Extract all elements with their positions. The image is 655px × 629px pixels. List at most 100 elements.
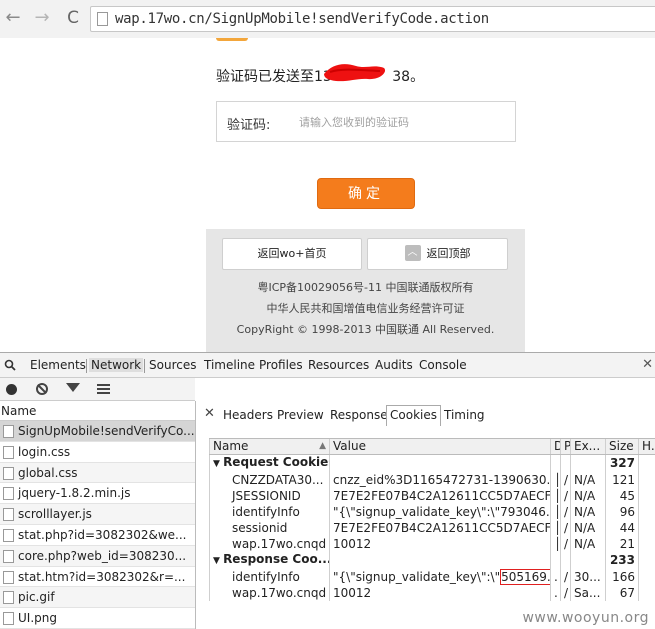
request-list: Name SignUpMobile!sendVerifyCo...login.c…	[0, 401, 196, 629]
watermark: www.wooyun.org	[522, 610, 649, 626]
column-header[interactable]: Name▲	[210, 439, 330, 455]
cookie-row[interactable]: wap.17wo.cnqd10012./Sa...67	[210, 585, 655, 601]
request-row[interactable]: stat.php?id=3082302&we...	[0, 525, 195, 546]
cookie-name: JSESSIONID	[210, 488, 330, 504]
tab-profiles[interactable]: Profiles	[259, 358, 303, 372]
file-icon	[3, 550, 14, 563]
tab-divider	[86, 359, 87, 373]
back-to-top-button[interactable]: ︿返回顶部	[367, 238, 508, 270]
verify-code-input[interactable]	[299, 111, 499, 133]
request-cookies-group[interactable]: ▼ Request Cookies327	[210, 455, 655, 473]
column-header[interactable]: P	[561, 439, 571, 455]
cookie-expires: 30...	[571, 569, 606, 585]
back-home-button[interactable]: 返回wo+首页	[222, 238, 362, 270]
address-bar[interactable]: wap.17wo.cn/SignUpMobile!sendVerifyCode.…	[90, 6, 655, 32]
reload-icon[interactable]: C	[63, 8, 83, 28]
cookie-cell	[639, 488, 655, 504]
tab-timing[interactable]: Timing	[444, 408, 485, 422]
cookie-cell	[330, 455, 551, 473]
tab-network[interactable]: Network	[89, 358, 143, 372]
expand-triangle-icon[interactable]: ▼	[213, 459, 223, 469]
response-cookies-group[interactable]: ▼ Response Coo...233	[210, 552, 655, 569]
cookie-path: /	[561, 488, 571, 504]
cookie-cell	[639, 569, 655, 585]
tab-resources[interactable]: Resources	[308, 358, 369, 372]
clear-icon[interactable]	[36, 383, 48, 395]
code-sent-message: 验证码已发送至13 38。	[216, 66, 424, 86]
cookie-name: sessionid	[210, 520, 330, 536]
tab-audits[interactable]: Audits	[375, 358, 413, 372]
cookie-row[interactable]: sessionid7E7E2FE07B4C2A12611CC5D7AECF...…	[210, 520, 655, 536]
close-detail-icon[interactable]: ✕	[204, 406, 215, 421]
cookie-expires: N/A	[571, 520, 606, 536]
cookie-value-prefix: 10012	[333, 586, 371, 600]
tab-console[interactable]: Console	[419, 358, 467, 372]
network-toolbar	[0, 378, 195, 401]
tab-timeline[interactable]: Timeline	[204, 358, 255, 372]
cookie-group-name: Response Coo...	[223, 552, 329, 566]
request-name: jquery-1.8.2.min.js	[18, 486, 130, 500]
request-row[interactable]: stat.htm?id=3082302&r=...	[0, 567, 195, 588]
back-arrow-icon[interactable]: ←	[3, 8, 23, 28]
close-icon[interactable]: ✕	[642, 357, 653, 372]
request-row[interactable]: scrolllayer.js	[0, 504, 195, 525]
cookie-domain: .	[551, 569, 561, 585]
cookie-row[interactable]: identifyInfo"{\"signup_validate_key\":\"…	[210, 569, 655, 585]
verify-code-label: 验证码:	[227, 114, 270, 133]
cookie-group-label: ▼ Response Coo...	[210, 552, 330, 569]
column-header[interactable]: H...	[639, 439, 655, 455]
request-row[interactable]: UI.png	[0, 608, 195, 629]
cookie-row[interactable]: wap.17wo.cnqd10012│/N/A21	[210, 536, 655, 552]
cookie-path: /	[561, 504, 571, 520]
record-icon[interactable]	[6, 384, 17, 395]
tab-response[interactable]: Response	[330, 408, 388, 422]
file-icon	[3, 529, 14, 542]
filter-icon[interactable]	[66, 383, 80, 392]
tab-headers[interactable]: Headers	[223, 408, 273, 422]
column-header[interactable]: Size	[606, 439, 639, 455]
cookie-row[interactable]: identifyInfo"{\"signup_validate_key\":\"…	[210, 504, 655, 520]
cookie-row[interactable]: JSESSIONID7E7E2FE07B4C2A12611CC5D7AECF..…	[210, 488, 655, 504]
logo-fragment	[216, 38, 248, 41]
tab-sources[interactable]: Sources	[149, 358, 196, 372]
tab-cookies[interactable]: Cookies	[386, 405, 441, 426]
cookies-header-row: Name▲ Value D P Ex... Size H...	[210, 439, 655, 455]
forward-arrow-icon[interactable]: →	[32, 8, 52, 28]
cookie-size: 44	[606, 520, 639, 536]
tab-divider	[144, 359, 145, 373]
request-row[interactable]: jquery-1.8.2.min.js	[0, 483, 195, 504]
url-text[interactable]: wap.17wo.cn/SignUpMobile!sendVerifyCode.…	[115, 11, 489, 27]
tab-preview[interactable]: Preview	[277, 408, 324, 422]
cookie-row[interactable]: CNZZDATA30...cnzz_eid%3D1165472731-13906…	[210, 472, 655, 488]
expand-triangle-icon[interactable]: ▼	[213, 556, 223, 566]
tab-elements[interactable]: Elements	[30, 358, 86, 372]
list-view-icon[interactable]	[97, 384, 110, 395]
cookie-name: CNZZDATA30...	[210, 472, 330, 488]
request-row[interactable]: pic.gif	[0, 587, 195, 608]
column-header[interactable]: Value	[330, 439, 551, 455]
cookie-domain: │	[551, 472, 561, 488]
file-icon	[3, 591, 14, 604]
cookie-value-prefix: "{\"signup_validate_key\":\"	[333, 570, 500, 584]
highlighted-code-value: 505169...	[500, 569, 550, 585]
request-list-header[interactable]: Name	[0, 401, 195, 421]
cookie-value: cnzz_eid%3D1165472731-1390630...	[330, 472, 551, 488]
page-icon	[97, 12, 108, 26]
column-header[interactable]: D	[551, 439, 561, 455]
request-row[interactable]: SignUpMobile!sendVerifyCo...	[0, 421, 195, 442]
cookie-cell	[571, 552, 606, 569]
cookie-cell	[639, 536, 655, 552]
request-row[interactable]: login.css	[0, 442, 195, 463]
column-header[interactable]: Ex...	[571, 439, 606, 455]
cookie-cell	[639, 455, 655, 473]
cookie-cell	[639, 552, 655, 569]
request-row[interactable]: core.php?web_id=308230...	[0, 546, 195, 567]
cookie-path: /	[561, 520, 571, 536]
request-name: stat.htm?id=3082302&r=...	[18, 570, 185, 584]
cookie-name: wap.17wo.cnqd	[210, 536, 330, 552]
confirm-button[interactable]: 确定	[317, 178, 415, 209]
search-icon[interactable]	[4, 359, 16, 371]
cookie-cell	[639, 520, 655, 536]
cookie-path: /	[561, 585, 571, 601]
request-row[interactable]: global.css	[0, 463, 195, 484]
